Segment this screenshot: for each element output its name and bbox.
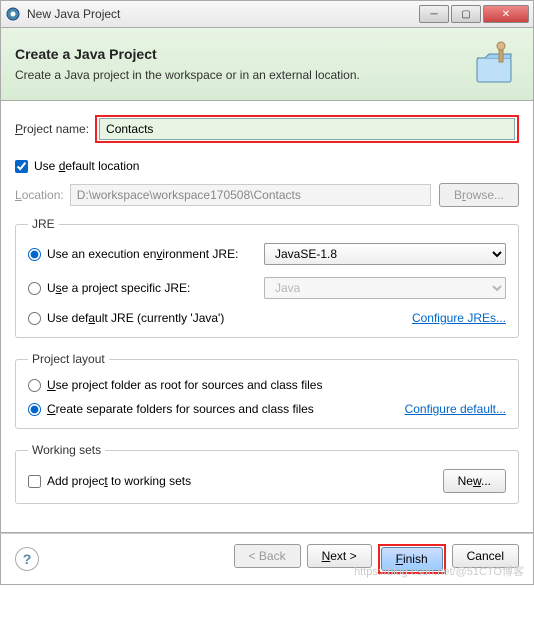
- jre-specific-select: Java: [264, 277, 506, 299]
- app-icon: [5, 6, 21, 22]
- titlebar: New Java Project ─ ▢ ✕: [0, 0, 534, 28]
- layout-separate-radio[interactable]: [28, 403, 41, 416]
- content-area: Project name: Use default location Locat…: [0, 101, 534, 533]
- project-name-label: Project name:: [15, 122, 89, 136]
- jre-fieldset: JRE Use an execution environment JRE: Ja…: [15, 217, 519, 338]
- working-sets-fieldset: Working sets Add project to working sets…: [15, 443, 519, 504]
- banner: Create a Java Project Create a Java proj…: [0, 28, 534, 101]
- location-label: Location:: [15, 188, 64, 202]
- jre-legend: JRE: [28, 217, 59, 231]
- jre-default-radio[interactable]: [28, 312, 41, 325]
- banner-title: Create a Java Project: [15, 46, 471, 62]
- layout-root-radio[interactable]: [28, 379, 41, 392]
- layout-root-label: Use project folder as root for sources a…: [47, 378, 322, 392]
- layout-separate-label: Create separate folders for sources and …: [47, 402, 405, 416]
- configure-default-link[interactable]: Configure default...: [405, 402, 506, 416]
- maximize-button[interactable]: ▢: [451, 5, 481, 23]
- jre-specific-label: Use a project specific JRE:: [47, 281, 190, 295]
- close-button[interactable]: ✕: [483, 5, 529, 23]
- location-input: [70, 184, 431, 206]
- back-button: < Back: [234, 544, 301, 568]
- working-sets-label: Add project to working sets: [47, 474, 443, 488]
- new-working-set-button[interactable]: New...: [443, 469, 506, 493]
- jre-exec-env-select[interactable]: JavaSE-1.8: [264, 243, 506, 265]
- jre-exec-env-radio[interactable]: [28, 248, 41, 261]
- help-button[interactable]: ?: [15, 547, 39, 571]
- layout-legend: Project layout: [28, 352, 109, 366]
- project-name-input[interactable]: [99, 118, 515, 140]
- jre-specific-radio[interactable]: [28, 282, 41, 295]
- browse-button: Browse...: [439, 183, 519, 207]
- use-default-location-checkbox[interactable]: [15, 160, 28, 173]
- jre-default-label: Use default JRE (currently 'Java'): [47, 311, 224, 325]
- window-title: New Java Project: [27, 7, 419, 21]
- watermark: https://blog.csdn.net/@51CTO博客: [354, 563, 524, 579]
- minimize-button[interactable]: ─: [419, 5, 449, 23]
- configure-jres-link[interactable]: Configure JREs...: [412, 311, 506, 325]
- use-default-location-label: Use default location: [34, 159, 139, 173]
- layout-fieldset: Project layout Use project folder as roo…: [15, 352, 519, 429]
- folder-wizard-icon: [471, 40, 519, 88]
- banner-desc: Create a Java project in the workspace o…: [15, 68, 471, 82]
- working-sets-checkbox[interactable]: [28, 475, 41, 488]
- working-sets-legend: Working sets: [28, 443, 105, 457]
- jre-exec-env-label: Use an execution environment JRE:: [47, 247, 238, 261]
